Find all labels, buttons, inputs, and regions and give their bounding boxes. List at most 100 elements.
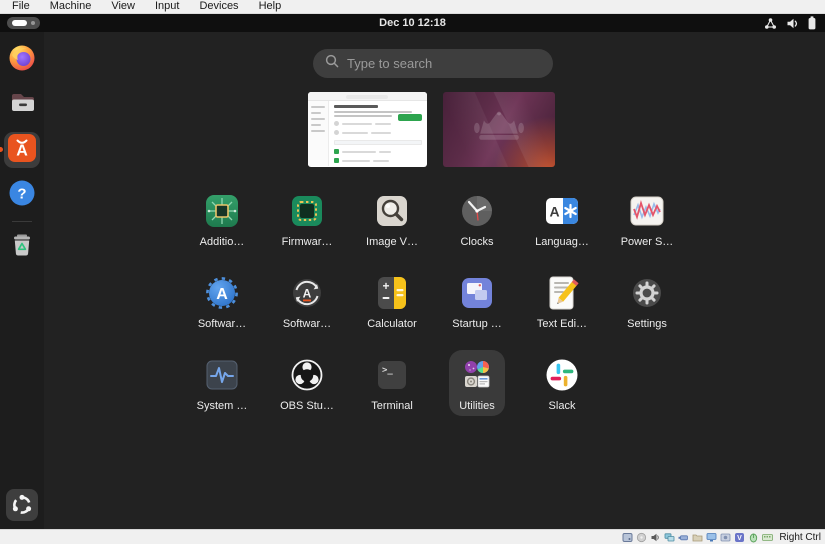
clock-label[interactable]: Dec 10 12:18	[0, 14, 825, 32]
app-label: Utilities	[459, 400, 494, 412]
ubuntu-logo-icon	[6, 508, 38, 525]
status-display-icon[interactable]	[706, 532, 717, 543]
calculator-icon: +	[372, 273, 412, 313]
app-additional-drivers[interactable]: Additio…	[180, 186, 265, 268]
workspace-thumbnail-browser[interactable]	[308, 92, 427, 167]
menu-help[interactable]: Help	[249, 0, 292, 13]
app-label: System …	[197, 400, 248, 412]
app-settings[interactable]: Settings	[605, 268, 690, 350]
app-startup-applications[interactable]: Startup …	[435, 268, 520, 350]
app-tile: ASoftwar…	[275, 268, 339, 334]
app-label: Image V…	[366, 236, 418, 248]
software-store-icon: A	[202, 273, 242, 313]
app-utilities-folder[interactable]: Utilities	[435, 350, 520, 432]
app-tile: Startup …	[444, 268, 510, 334]
app-label: Startup …	[452, 318, 502, 330]
app-calculator[interactable]: +Calculator	[350, 268, 435, 350]
firefox-icon	[8, 44, 36, 77]
status-recording-icon[interactable]	[720, 532, 731, 543]
search-icon	[325, 54, 339, 73]
app-label: OBS Stu…	[280, 400, 334, 412]
status-network-icon[interactable]	[664, 532, 675, 543]
clocks-icon	[457, 191, 497, 231]
browser-sidebar	[308, 101, 329, 166]
additional-drivers-icon	[202, 191, 242, 231]
app-obs-studio[interactable]: OBS Stu…	[265, 350, 350, 432]
app-label: Text Edi…	[537, 318, 587, 330]
app-language-support[interactable]: ALanguag…	[520, 186, 605, 268]
app-tile: ALanguag…	[527, 186, 597, 252]
workspace-thumbnail-wallpaper[interactable]	[443, 92, 555, 167]
menu-machine[interactable]: Machine	[40, 0, 102, 13]
app-label: Additio…	[200, 236, 245, 248]
browser-green-button	[398, 114, 422, 121]
app-tile: Firmwar…	[274, 186, 341, 252]
dock-item-trash[interactable]	[8, 231, 36, 264]
status-audio-icon[interactable]	[650, 532, 661, 543]
show-apps-button[interactable]	[6, 489, 38, 521]
svg-text:V: V	[737, 535, 742, 542]
app-label: Slack	[549, 400, 576, 412]
app-text-editor[interactable]: Text Edi…	[520, 268, 605, 350]
app-tile: >_Terminal	[363, 350, 421, 416]
language-support-icon: A	[542, 191, 582, 231]
app-tile: ASoftwar…	[190, 268, 254, 334]
system-tray[interactable]	[764, 14, 816, 32]
search-bar[interactable]	[313, 49, 553, 78]
firmware-updater-icon	[287, 191, 327, 231]
menu-input[interactable]: Input	[145, 0, 189, 13]
app-tile: OBS Stu…	[272, 350, 342, 416]
app-image-viewer[interactable]: Image V…	[350, 186, 435, 268]
app-label: Softwar…	[283, 318, 331, 330]
host-key-label: Right Ctrl	[779, 532, 821, 543]
menu-view[interactable]: View	[101, 0, 145, 13]
app-tile: Power S…	[613, 186, 682, 252]
virtualbox-vm-window: FileMachineViewInputDevicesHelp Dec 10 1…	[0, 0, 825, 544]
trash-icon	[8, 231, 36, 264]
app-software-updater[interactable]: ASoftwar…	[265, 268, 350, 350]
status-mouse-integration-icon[interactable]	[748, 532, 759, 543]
app-tile: Slack	[534, 350, 590, 416]
app-clocks[interactable]: Clocks	[435, 186, 520, 268]
dock-item-firefox[interactable]	[8, 44, 36, 77]
status-shared-folders-icon[interactable]	[692, 532, 703, 543]
svg-text:+: +	[382, 279, 389, 293]
app-tile: Text Edi…	[529, 268, 595, 334]
app-label: Clocks	[460, 236, 493, 248]
vbox-menubar: FileMachineViewInputDevicesHelp	[0, 0, 825, 14]
search-input[interactable]	[347, 56, 541, 71]
status-features-icon[interactable]: V	[734, 532, 745, 543]
status-optical-drives-icon[interactable]	[636, 532, 647, 543]
utilities-folder-icon	[457, 355, 497, 395]
image-viewer-icon	[372, 191, 412, 231]
app-power-statistics[interactable]: Power S…	[605, 186, 690, 268]
app-firmware-updater[interactable]: Firmwar…	[265, 186, 350, 268]
crown-emblem	[471, 111, 527, 148]
text-editor-icon	[542, 273, 582, 313]
vbox-statusbar: V Right Ctrl	[0, 529, 825, 544]
app-label: Settings	[627, 318, 667, 330]
dock-item-help[interactable]: ?	[8, 179, 36, 212]
app-tile: Image V…	[358, 186, 426, 252]
menu-file[interactable]: File	[2, 0, 40, 13]
status-usb-icon[interactable]	[678, 532, 689, 543]
network-icon	[764, 17, 777, 30]
browser-content	[329, 101, 427, 166]
status-hard-disks-icon[interactable]	[622, 532, 633, 543]
app-label: Terminal	[371, 400, 413, 412]
app-tile: Settings	[619, 268, 675, 334]
app-center-icon: A	[7, 133, 37, 168]
slack-icon	[542, 355, 582, 395]
app-slack[interactable]: Slack	[520, 350, 605, 432]
app-tile: +Calculator	[359, 268, 425, 334]
dock-item-files[interactable]	[8, 88, 36, 121]
settings-icon	[627, 273, 667, 313]
svg-text:A: A	[216, 286, 228, 303]
app-system-monitor[interactable]: System …	[180, 350, 265, 432]
app-software-store[interactable]: ASoftwar…	[180, 268, 265, 350]
menu-devices[interactable]: Devices	[189, 0, 248, 13]
app-terminal[interactable]: >_Terminal	[350, 350, 435, 432]
svg-text:A: A	[549, 204, 559, 220]
dock-item-app-center[interactable]: A	[4, 132, 40, 168]
status-keyboard-icon[interactable]	[762, 532, 773, 543]
